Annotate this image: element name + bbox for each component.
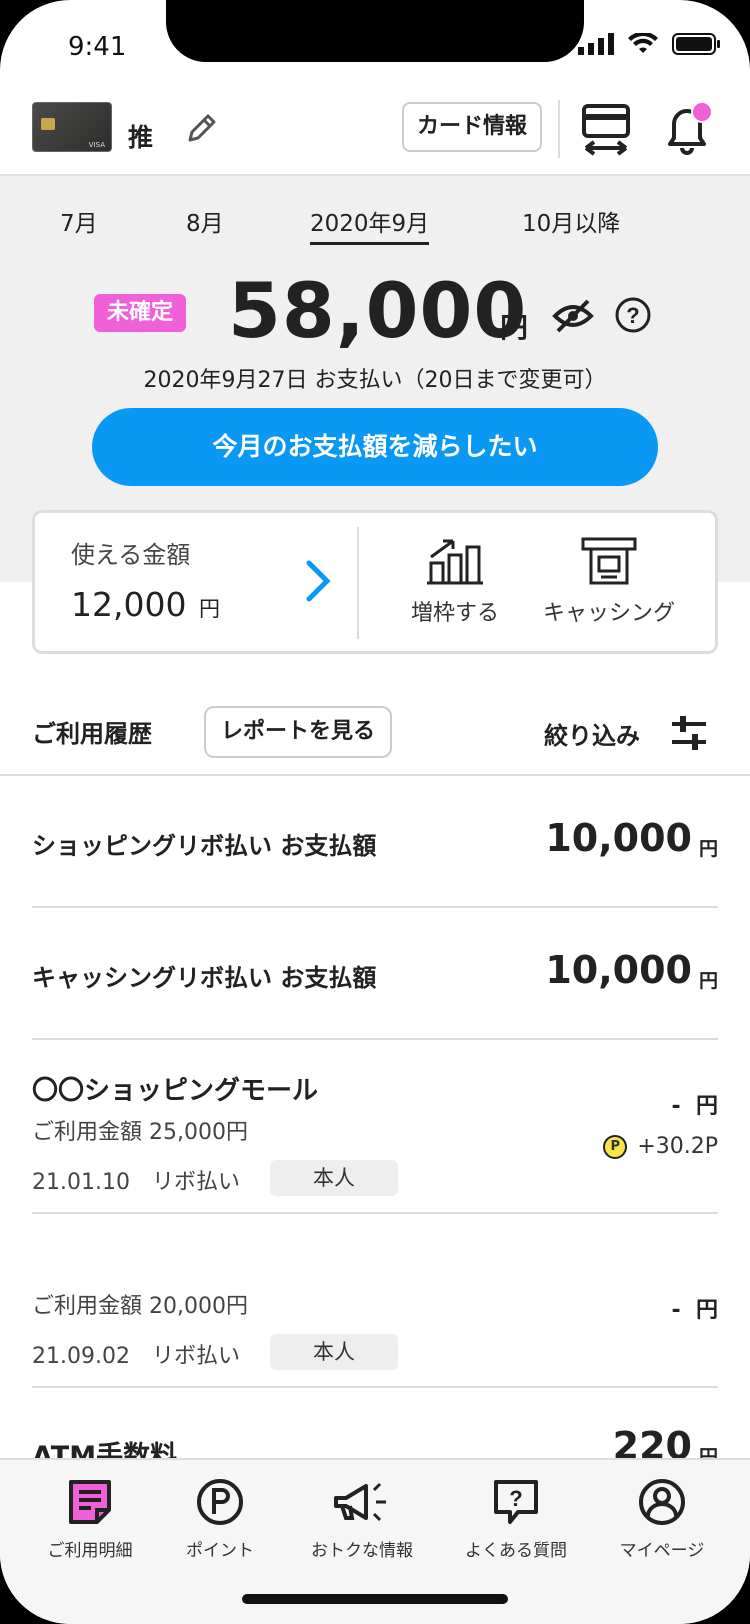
available-amount-card: 使える金額 12,000 円 増枠する キャッシング	[32, 510, 718, 654]
point-coin-icon: P	[603, 1134, 628, 1159]
history-row-shopping-mall[interactable]: 〇〇ショッピングモール ご利用金額 25,000円 21.01.10 リボ払い …	[0, 1040, 750, 1214]
merchant-name: 〇〇ショッピングモール	[32, 1076, 319, 1106]
points-p-icon	[197, 1479, 243, 1525]
usage-date-type: 21.09.02 リボ払い	[32, 1344, 240, 1369]
signal-icon	[578, 33, 614, 55]
history-row-cashing-revolving[interactable]: キャッシングリボ払い お支払額 10,000 円	[0, 908, 750, 1040]
filter-label[interactable]: 絞り込み	[544, 716, 640, 751]
history-title: ご利用履歴	[32, 720, 152, 748]
increase-limit-label: 増枠する	[410, 601, 499, 626]
help-question-icon[interactable]: ?	[614, 296, 652, 334]
tab-mypage[interactable]: マイページ	[592, 1478, 732, 1561]
available-divider	[357, 527, 359, 639]
available-amount-unit: 円	[199, 597, 220, 621]
card-info-button[interactable]: カード情報	[402, 102, 542, 152]
notification-bell-icon[interactable]	[662, 100, 714, 158]
row-amount-unit: 円	[695, 1298, 718, 1323]
battery-icon	[672, 33, 720, 55]
reduce-payment-button[interactable]: 今月のお支払額を減らしたい	[92, 408, 658, 486]
phone-screen: 9:41 VISA 推 カード情報 7月 8月 2020年9月 10月以降 未確…	[0, 0, 750, 1624]
usage-amount: ご利用金額 20,000円	[32, 1294, 248, 1319]
row-amount: 10,000	[545, 948, 692, 992]
payment-date: 2020年9月27日 お支払い（20日まで変更可）	[143, 368, 607, 393]
header-divider	[558, 100, 560, 158]
tab-points[interactable]: ポイント	[150, 1478, 290, 1561]
points-earned: P +30.2P	[603, 1134, 718, 1159]
month-tab-oct-later[interactable]: 10月以降	[522, 204, 620, 238]
view-report-button[interactable]: レポートを見る	[204, 706, 392, 758]
wifi-icon	[628, 33, 658, 53]
row-amount: 220	[612, 1424, 692, 1458]
row-amount-unit: 円	[698, 838, 718, 860]
month-tab-sep-2020[interactable]: 2020年9月	[310, 204, 430, 245]
row-title: ショッピングリボ払い お支払額	[32, 832, 377, 860]
history-row-usage[interactable]: ご利用金額 20,000円 21.09.02 リボ払い 本人 - 円	[0, 1214, 750, 1388]
faq-question-bubble-icon: ?	[494, 1480, 538, 1524]
status-time: 9:41	[68, 32, 127, 62]
statement-document-icon	[69, 1480, 111, 1524]
history-row-atm-fee[interactable]: ATM手数料 220 円	[0, 1388, 750, 1458]
user-avatar-icon	[639, 1479, 685, 1525]
card-brand-mark: VISA	[88, 141, 105, 149]
row-amount-unit: 円	[695, 1094, 718, 1119]
increase-chart-icon	[427, 539, 483, 585]
tab-label: ご利用明細	[47, 1541, 133, 1561]
usage-date-type: 21.01.10 リボ払い	[32, 1170, 240, 1195]
cashing-label: キャッシング	[542, 601, 675, 626]
cashing-button[interactable]: キャッシング	[539, 535, 679, 627]
available-amount-value: 12,000	[71, 585, 187, 624]
status-icons	[578, 33, 720, 55]
megaphone-icon	[334, 1482, 386, 1522]
tab-faq[interactable]: ? よくある質問	[446, 1478, 586, 1561]
row-title: キャッシングリボ払い お支払額	[32, 964, 377, 992]
tab-label: マイページ	[619, 1541, 705, 1561]
usage-amount: ご利用金額 25,000円	[32, 1120, 248, 1145]
hide-amount-eye-icon[interactable]	[552, 298, 594, 334]
month-tabs: 7月 8月 2020年9月 10月以降	[0, 204, 750, 245]
history-row-shopping-revolving[interactable]: ショッピングリボ払い お支払額 10,000 円	[0, 776, 750, 908]
tab-label: よくある質問	[465, 1541, 567, 1561]
month-tab-jul[interactable]: 7月	[60, 204, 98, 238]
row-amount-unit: 円	[698, 1446, 718, 1458]
home-indicator[interactable]	[242, 1594, 508, 1604]
atm-cash-icon	[581, 537, 637, 585]
billing-amount: 58,000	[228, 266, 528, 355]
notch	[166, 0, 584, 62]
tab-label: ポイント	[186, 1541, 254, 1561]
history-header: ご利用履歴 レポートを見る 絞り込み	[0, 690, 750, 776]
billing-amount-unit: 円	[500, 311, 529, 344]
card-switch-icon[interactable]	[580, 102, 632, 156]
tab-deals[interactable]: おトクな情報	[292, 1478, 432, 1561]
row-amount: - 円	[672, 1292, 718, 1324]
row-amount: 10,000	[545, 816, 692, 860]
row-amount-value: -	[671, 1094, 681, 1119]
edit-pencil-icon[interactable]	[184, 110, 220, 146]
row-title: ATM手数料	[32, 1441, 178, 1458]
card-nickname: 推	[128, 123, 154, 152]
filter-sliders-icon[interactable]	[670, 714, 708, 752]
app-header: VISA 推 カード情報	[0, 92, 750, 176]
card-chip	[41, 118, 55, 130]
row-amount-unit: 円	[698, 970, 718, 992]
tab-usage-statement[interactable]: ご利用明細	[20, 1478, 160, 1561]
status-badge: 未確定	[94, 294, 186, 332]
increase-limit-button[interactable]: 増枠する	[385, 535, 525, 627]
tab-label: おトクな情報	[311, 1541, 413, 1561]
points-value: +30.2P	[637, 1134, 718, 1159]
svg-text:?: ?	[626, 303, 639, 328]
row-amount: - 円	[672, 1088, 718, 1120]
available-amount-link[interactable]: 使える金額 12,000 円	[35, 513, 355, 651]
card-thumbnail[interactable]: VISA	[32, 102, 112, 152]
holder-tag: 本人	[270, 1160, 398, 1196]
holder-tag: 本人	[270, 1334, 398, 1370]
available-amount-label: 使える金額	[71, 541, 191, 569]
row-amount-value: -	[671, 1298, 681, 1323]
svg-text:?: ?	[509, 1486, 522, 1511]
chevron-right-icon	[306, 560, 331, 602]
month-tab-aug[interactable]: 8月	[186, 204, 224, 238]
